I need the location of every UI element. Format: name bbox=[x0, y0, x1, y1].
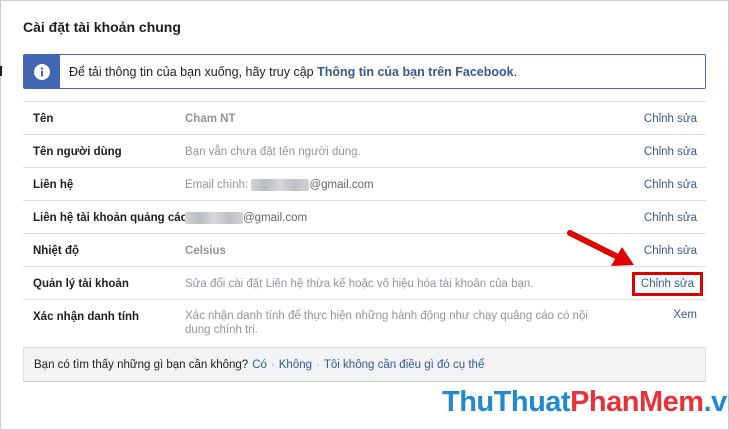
row-label: Tên người dùng bbox=[33, 146, 122, 158]
edit-temperature-link[interactable]: Chỉnh sửa bbox=[644, 245, 697, 257]
email-domain: @gmail.com bbox=[309, 179, 374, 192]
row-label: Liên hệ bbox=[33, 179, 74, 191]
feedback-question: Bạn có tìm thấy những gì bạn cần không? bbox=[34, 358, 249, 371]
settings-row-name: Tên Cham NT Chỉnh sửa bbox=[23, 102, 706, 135]
facebook-info-link[interactable]: Thông tin của bạn trên Facebook bbox=[317, 65, 514, 79]
blurred-email bbox=[185, 212, 243, 224]
separator: · bbox=[270, 358, 275, 371]
row-value: Bạn vẫn chưa đặt tên người dùng. bbox=[185, 146, 361, 158]
row-value: Sửa đổi cài đặt Liên hệ thừa kế hoặc vô … bbox=[185, 278, 534, 290]
watermark-logo: ThuThuatPhanMem.vn bbox=[442, 386, 729, 419]
feedback-yes-link[interactable]: Có bbox=[252, 359, 267, 371]
left-edge-marker bbox=[0, 66, 2, 76]
info-icon bbox=[24, 55, 60, 88]
email-domain: @gmail.com bbox=[243, 212, 308, 225]
feedback-not-specific-link[interactable]: Tôi không cần điều gì đó cụ thể bbox=[324, 359, 484, 371]
row-value: Cham NT bbox=[185, 113, 236, 125]
row-value: Xác nhận danh tính để thực hiện những hà… bbox=[185, 310, 588, 336]
watermark-part: ThuThuat bbox=[442, 386, 571, 418]
row-label: Liên hệ tài khoản quảng cáo bbox=[33, 212, 188, 224]
edit-name-link[interactable]: Chỉnh sửa bbox=[644, 113, 697, 125]
settings-row-contact: Liên hệ Email chính: @gmail.com Chỉnh sử… bbox=[23, 168, 706, 201]
feedback-bar: Bạn có tìm thấy những gì bạn cần không? … bbox=[23, 347, 706, 382]
row-label: Xác nhận danh tính bbox=[33, 311, 140, 323]
view-identity-link[interactable]: Xem bbox=[673, 309, 697, 321]
row-value: @gmail.com bbox=[185, 212, 307, 224]
info-text: Để tải thông tin của bạn xuống, hãy truy… bbox=[69, 65, 517, 79]
blurred-email bbox=[251, 179, 310, 191]
row-value: Celsius bbox=[185, 245, 226, 257]
row-label: Tên bbox=[33, 113, 54, 125]
separator: · bbox=[316, 358, 320, 371]
info-message: Để tải thông tin của bạn xuống, hãy truy… bbox=[69, 64, 318, 79]
edit-ad-contact-link[interactable]: Chỉnh sửa bbox=[644, 212, 697, 224]
feedback-no-link[interactable]: Không bbox=[279, 359, 312, 371]
settings-row-username: Tên người dùng Bạn vẫn chưa đặt tên ngườ… bbox=[23, 135, 706, 168]
row-value: Email chính: @gmail.com bbox=[185, 179, 374, 191]
settings-row-account-management: Quản lý tài khoản Sửa đổi cài đặt Liên h… bbox=[23, 267, 706, 300]
settings-table: Tên Cham NT Chỉnh sửa Tên người dùng Bạn… bbox=[23, 101, 706, 342]
edit-username-link[interactable]: Chỉnh sửa bbox=[644, 146, 697, 158]
email-prefix: Email chính: bbox=[185, 179, 252, 192]
red-arrow-icon bbox=[567, 230, 634, 266]
edit-account-management-link[interactable]: Chỉnh sửa bbox=[631, 272, 703, 296]
watermark-part: .vn bbox=[703, 386, 729, 418]
row-label: Nhiệt độ bbox=[33, 245, 79, 257]
row-label: Quản lý tài khoản bbox=[33, 278, 129, 290]
info-suffix: . bbox=[513, 64, 518, 79]
watermark-part: PhanMem bbox=[570, 386, 704, 418]
info-banner: Để tải thông tin của bạn xuống, hãy truy… bbox=[23, 54, 706, 89]
settings-row-identity: Xác nhận danh tính Xác nhận danh tính để… bbox=[23, 300, 706, 342]
edit-contact-link[interactable]: Chỉnh sửa bbox=[644, 179, 697, 191]
page-title: Cài đặt tài khoản chung bbox=[23, 19, 181, 35]
